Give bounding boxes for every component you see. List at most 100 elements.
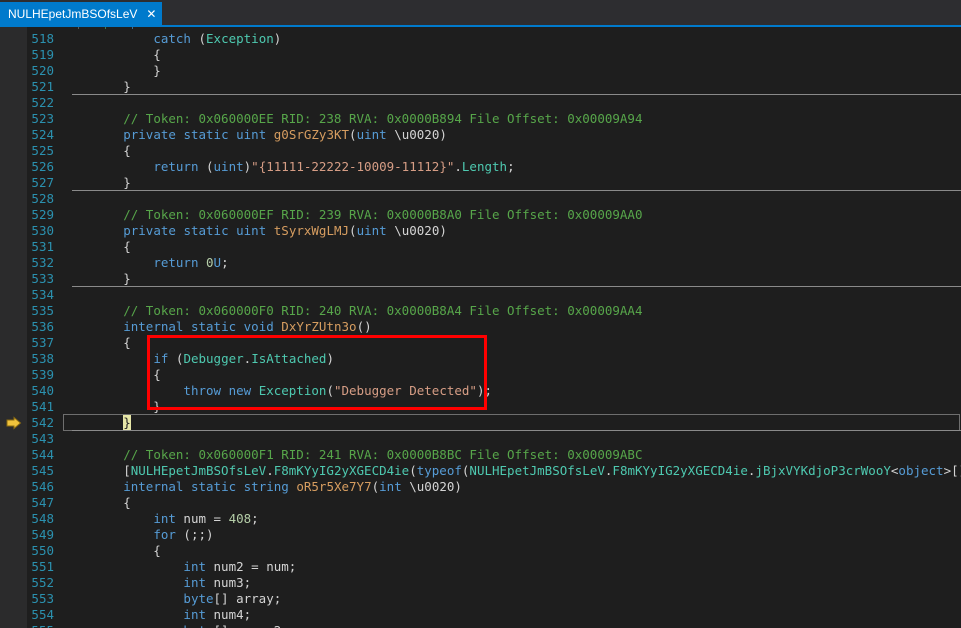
code-line: 527 } xyxy=(0,175,961,191)
code-line: 521 } xyxy=(0,79,961,95)
line-number: 549 xyxy=(31,527,54,542)
code-line-text: private static uint g0SrGZy3KT(uint \u00… xyxy=(123,127,447,142)
code-line-text: // Token: 0x060000EE RID: 238 RVA: 0x000… xyxy=(123,111,643,126)
code-line-text: internal static void DxYrZUtn3o() xyxy=(123,319,372,334)
line-number: 521 xyxy=(31,79,54,94)
line-number: 544 xyxy=(31,447,54,462)
code-line-text: int num2 = num; xyxy=(183,559,297,574)
line-number: 548 xyxy=(31,511,54,526)
code-line-text: { xyxy=(63,47,161,62)
line-number: 554 xyxy=(31,607,54,622)
code-line-text: } xyxy=(123,415,131,430)
line-number: 555 xyxy=(0,623,54,628)
code-line-text: { xyxy=(63,335,131,350)
line-number: 538 xyxy=(31,351,54,366)
line-number: 547 xyxy=(31,495,54,510)
code-line-text: } xyxy=(63,399,161,414)
code-line-text: } xyxy=(63,175,131,190)
code-line-text: throw new Exception("Debugger Detected")… xyxy=(183,383,493,398)
code-line: 536 internal static void DxYrZUtn3o() xyxy=(0,319,961,335)
code-line-text: if (Debugger.IsAttached) xyxy=(153,351,334,366)
code-line: 525 { xyxy=(0,143,961,159)
line-number: 550 xyxy=(31,543,54,558)
code-line-text: // Token: 0x060000F1 RID: 241 RVA: 0x000… xyxy=(123,447,643,462)
code-line-text: [NULHEpetJmBSOfsLeV.F8mKYyIG2yXGECD4ie(t… xyxy=(63,463,961,478)
line-number: 528 xyxy=(31,191,54,206)
code-line: 519 { xyxy=(0,47,961,63)
code-line: 543 xyxy=(0,431,961,447)
close-icon[interactable]: ✕ xyxy=(146,8,156,20)
code-line-text: int num3; xyxy=(183,575,252,590)
code-line-text: for (;;) xyxy=(153,527,214,542)
code-line: 533 } xyxy=(0,271,961,287)
line-number: 532 xyxy=(31,255,54,270)
code-line-text: byte[] array; xyxy=(183,591,282,606)
code-editor[interactable]: 518 catch (Exception) 519 {520 } 521 } 522 5… xyxy=(0,27,961,628)
region-separator xyxy=(72,430,961,431)
code-line: 545 [NULHEpetJmBSOfsLeV.F8mKYyIG2yXGECD4… xyxy=(0,463,961,479)
code-line-text: { xyxy=(63,495,131,510)
line-number: 552 xyxy=(31,575,54,590)
code-line-text: { xyxy=(63,239,131,254)
code-line-text: catch (Exception) xyxy=(153,31,282,46)
code-line: 546 internal static string oR5r5Xe7Y7(in… xyxy=(0,479,961,495)
region-separator xyxy=(72,190,961,191)
line-number: 522 xyxy=(31,95,54,110)
code-text-area[interactable]: 518 catch (Exception) 519 {520 } 521 } 522 5… xyxy=(0,27,961,628)
line-number: 546 xyxy=(31,479,54,494)
code-line-text: int num = 408; xyxy=(153,511,259,526)
code-line-text: return (uint)"{11111-22222-10009-11112}"… xyxy=(153,159,515,174)
tab-label: NULHEpetJmBSOfsLeV xyxy=(8,6,138,21)
line-number: 531 xyxy=(31,239,54,254)
code-line: 540 throw new Exception("Debugger Detect… xyxy=(0,383,961,399)
code-line: 532 return 0U; xyxy=(0,255,961,271)
code-line: 518 catch (Exception) xyxy=(0,31,961,47)
line-number: 530 xyxy=(31,223,54,238)
code-line: 549 for (;;) xyxy=(0,527,961,543)
line-number: 534 xyxy=(31,287,54,302)
code-line: 555 byte[] array2; xyxy=(0,623,961,628)
code-line: 551 int num2 = num; xyxy=(0,559,961,575)
code-line: 535 // Token: 0x060000F0 RID: 240 RVA: 0… xyxy=(0,303,961,319)
line-number: 525 xyxy=(31,143,54,158)
code-line-text: private static uint tSyrxWgLMJ(uint \u00… xyxy=(123,223,447,238)
line-number: 518 xyxy=(31,31,54,46)
code-line: 538 if (Debugger.IsAttached) xyxy=(0,351,961,367)
code-line: 529 // Token: 0x060000EF RID: 239 RVA: 0… xyxy=(0,207,961,223)
code-line: 552 int num3; xyxy=(0,575,961,591)
code-line-text: // Token: 0x060000F0 RID: 240 RVA: 0x000… xyxy=(123,303,643,318)
code-line: 520 } xyxy=(0,63,961,79)
code-line-text: } xyxy=(63,271,131,286)
code-line-text: { xyxy=(63,143,131,158)
code-line-text: return 0U; xyxy=(153,255,229,270)
line-number: 553 xyxy=(31,591,54,606)
line-number: 527 xyxy=(31,175,54,190)
code-line: 522 xyxy=(0,95,961,111)
code-line: 541 } xyxy=(0,399,961,415)
tab-nulhepetjmbsofslev[interactable]: NULHEpetJmBSOfsLeV ✕ xyxy=(0,2,163,25)
code-line-text: internal static string oR5r5Xe7Y7(int \u… xyxy=(123,479,462,494)
line-number: 526 xyxy=(31,159,54,174)
line-number: 519 xyxy=(31,47,54,62)
code-line: 550 { xyxy=(0,543,961,559)
code-line: 537 { xyxy=(0,335,961,351)
line-number: 541 xyxy=(31,399,54,414)
line-number: 520 xyxy=(31,63,54,78)
code-line: 553 byte[] array; xyxy=(0,591,961,607)
code-line: 523 // Token: 0x060000EE RID: 238 RVA: 0… xyxy=(0,111,961,127)
code-line-text: { xyxy=(63,367,161,382)
code-line: 544 // Token: 0x060000F1 RID: 241 RVA: 0… xyxy=(0,447,961,463)
code-line: 548 int num = 408; xyxy=(0,511,961,527)
code-line-text: { xyxy=(63,543,161,558)
code-line: 526 return (uint)"{11111-22222-10009-111… xyxy=(0,159,961,175)
code-line: 554 int num4; xyxy=(0,607,961,623)
code-line: 542 } xyxy=(0,415,961,431)
line-number: 523 xyxy=(31,111,54,126)
region-separator xyxy=(72,94,961,95)
code-line: 547 { xyxy=(0,495,961,511)
line-number: 537 xyxy=(31,335,54,350)
line-number: 535 xyxy=(31,303,54,318)
code-line-text: int num4; xyxy=(183,607,252,622)
code-line: 534 xyxy=(0,287,961,303)
region-separator xyxy=(72,286,961,287)
